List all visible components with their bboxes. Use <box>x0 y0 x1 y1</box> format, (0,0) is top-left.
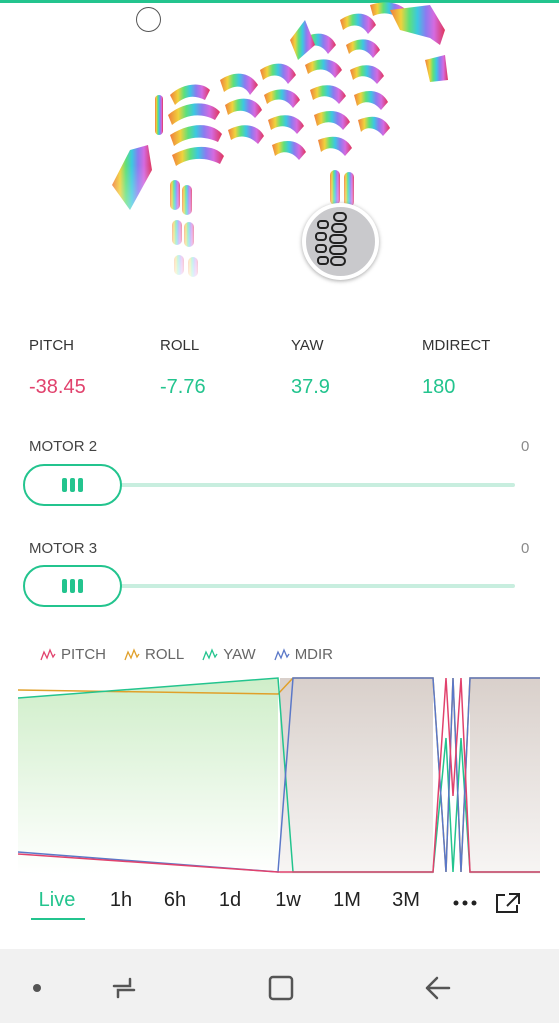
motor-3-label: MOTOR 3 <box>29 540 98 557</box>
yaw-value: 37.9 <box>291 376 330 398</box>
roll-series-icon <box>124 647 140 660</box>
range-live[interactable]: Live <box>39 889 76 912</box>
roll-value: -7.76 <box>160 376 206 398</box>
more-dots-icon[interactable] <box>453 900 477 906</box>
mdirect-label: MDIRECT <box>422 337 491 354</box>
range-1h[interactable]: 1h <box>110 889 132 912</box>
legend-item-yaw[interactable]: YAW <box>202 646 256 663</box>
legend-label: ROLL <box>145 646 185 663</box>
grip-bar <box>70 478 75 492</box>
recents-icon[interactable] <box>110 974 138 1002</box>
motor-3-thumb[interactable] <box>23 565 122 607</box>
mdir-area-1 <box>280 678 433 874</box>
range-1d[interactable]: 1d <box>219 889 241 912</box>
back-icon[interactable] <box>423 974 451 1002</box>
zebra-illustration <box>100 0 460 300</box>
yaw-area <box>18 678 278 874</box>
pitch-series-icon <box>40 647 56 660</box>
grip-bar <box>70 579 75 593</box>
mdir-area-2 <box>470 678 540 874</box>
legend-label: PITCH <box>61 646 106 663</box>
motor-2-value: 0 <box>521 438 530 455</box>
yaw-series-icon <box>202 647 218 660</box>
motor-3-value: 0 <box>521 540 530 557</box>
range-1w[interactable]: 1w <box>275 889 301 912</box>
grip-bar <box>78 579 83 593</box>
legend-item-pitch[interactable]: PITCH <box>40 646 106 663</box>
time-range-bar: Live 1h 6h 1d 1w 1M 3M <box>0 885 559 919</box>
motor-2-thumb[interactable] <box>23 464 122 506</box>
pitch-label: PITCH <box>29 337 74 354</box>
joystick-knob[interactable] <box>302 203 379 280</box>
expand-icon[interactable] <box>495 892 521 914</box>
legend-label: MDIR <box>294 646 334 663</box>
home-dot-icon[interactable] <box>32 983 42 993</box>
range-1m[interactable]: 1M <box>333 889 361 912</box>
zebra-pattern-icon <box>315 212 347 266</box>
roll-label: ROLL <box>160 337 200 354</box>
telemetry-chart[interactable] <box>18 676 540 874</box>
mdir-series-icon <box>274 647 290 660</box>
yaw-label: YAW <box>291 337 324 354</box>
range-3m[interactable]: 3M <box>392 889 420 912</box>
range-6h[interactable]: 6h <box>164 889 186 912</box>
pitch-value: -38.45 <box>29 376 86 398</box>
legend-item-mdir[interactable]: MDIR <box>274 646 333 663</box>
legend-item-roll[interactable]: ROLL <box>124 646 184 663</box>
grip-bar <box>78 478 83 492</box>
active-range-indicator <box>31 918 85 920</box>
grip-bar <box>62 478 67 492</box>
navigation-bar <box>0 949 559 1023</box>
legend-label: YAW <box>223 646 256 663</box>
chart-legend: PITCH ROLL YAW MDIR <box>40 646 333 663</box>
motor-2-label: MOTOR 2 <box>29 438 98 455</box>
home-icon[interactable] <box>266 973 296 1003</box>
grip-bar <box>62 579 67 593</box>
mdirect-value: 180 <box>422 376 456 398</box>
